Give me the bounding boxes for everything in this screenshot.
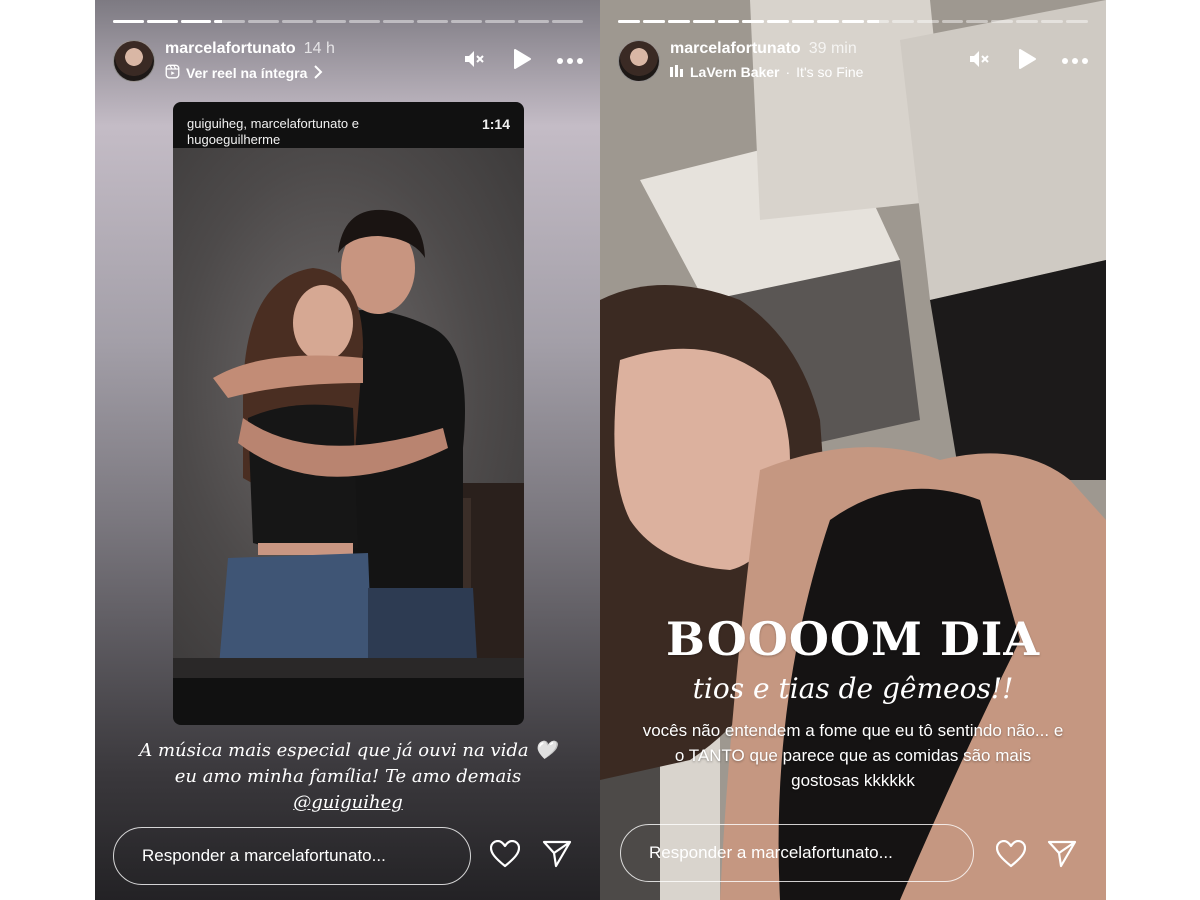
progress-segment [1041,20,1064,23]
mention-link[interactable]: @guiguiheg [293,792,403,813]
reel-duration: 1:14 [481,116,510,132]
progress-segment [618,20,640,23]
progress-segment [214,20,246,23]
progress-segment [966,20,989,23]
progress-segment [315,20,347,23]
share-button[interactable] [541,840,573,872]
progress-segment [792,20,815,23]
send-icon [1047,840,1077,873]
progress-segment [349,20,381,23]
more-horizontal-icon [556,52,584,70]
story-progress [113,20,583,23]
music-link[interactable]: LaVern Baker · It's so Fine [670,64,863,80]
play-icon [1017,48,1037,75]
progress-segment [742,20,765,23]
story-header: marcelafortunato 14 h Ver reel na íntegra [113,38,583,82]
progress-segment [916,20,939,23]
progress-segment [717,20,740,23]
progress-segment [383,20,415,23]
progress-segment [891,20,914,23]
progress-segment [281,20,313,23]
username[interactable]: marcelafortunato 39 min [670,40,857,58]
play-button[interactable] [1014,48,1040,74]
music-artist: LaVern Baker [690,64,780,80]
music-separator: · [785,64,791,80]
progress-segment [817,20,840,23]
more-options-button[interactable] [1062,48,1088,74]
speaker-muted-icon [462,47,486,76]
story-subtitle: tios e tias de gêmeos!! [692,672,1014,705]
chevron-right-icon [313,64,323,82]
reply-input[interactable]: Responder a marcelafortunato... [113,827,471,885]
like-button[interactable] [995,839,1027,873]
reel-icon [165,64,180,82]
couple-photo [173,148,524,678]
story-right[interactable]: marcelafortunato 39 min LaVern Baker · It… [600,0,1106,900]
embedded-reel[interactable]: guiguiheg, marcelafortunato e hugoeguilh… [173,102,524,725]
progress-segment [518,20,550,23]
progress-segment [484,20,516,23]
post-time: 39 min [808,40,857,57]
progress-segment [667,20,690,23]
heart-icon [489,839,521,873]
story-header: marcelafortunato 39 min LaVern Baker · It… [618,38,1088,82]
more-horizontal-icon [1061,52,1089,70]
progress-segment [248,20,279,23]
mute-button[interactable] [461,48,487,74]
more-options-button[interactable] [557,48,583,74]
progress-segment [1066,20,1088,23]
progress-segment [552,20,583,23]
progress-segment [692,20,715,23]
reel-collaborators: guiguiheg, marcelafortunato e hugoeguilh… [187,116,360,147]
story-caption: vocês não entendem a fome que eu tô sent… [642,721,1064,790]
progress-segment [1016,20,1039,23]
progress-segment [417,20,448,23]
reply-input[interactable]: Responder a marcelafortunato... [620,824,974,882]
story-left[interactable]: marcelafortunato 14 h Ver reel na íntegra [95,0,601,900]
share-button[interactable] [1046,840,1078,872]
progress-segment [866,20,889,23]
username[interactable]: marcelafortunato 14 h [165,40,335,58]
send-icon [542,840,572,873]
music-song: It's so Fine [796,64,864,80]
progress-segment [767,20,790,23]
music-bars-icon [670,64,684,80]
progress-segment [991,20,1014,23]
play-button[interactable] [509,48,535,74]
progress-segment [642,20,665,23]
caption-text: A música mais especial que já ouvi na vi… [139,740,557,787]
story-caption: A música mais especial que já ouvi na vi… [135,738,561,816]
like-button[interactable] [489,839,521,873]
speaker-muted-icon [967,47,991,76]
story-progress [618,20,1088,23]
progress-segment [842,20,864,23]
progress-segment [941,20,964,23]
progress-segment [450,20,482,23]
progress-segment [146,20,178,23]
play-icon [512,48,532,75]
mute-button[interactable] [966,48,992,74]
reel-header: guiguiheg, marcelafortunato e hugoeguilh… [173,102,524,148]
view-full-reel-link[interactable]: Ver reel na íntegra [165,64,323,82]
progress-segment [180,20,212,23]
heart-icon [995,839,1027,873]
view-full-reel-label: Ver reel na íntegra [186,65,308,81]
avatar[interactable] [113,40,155,82]
story-title: BOOOOM DIA [665,612,1041,666]
avatar[interactable] [618,40,660,82]
progress-segment [113,20,144,23]
post-time: 14 h [303,40,335,57]
